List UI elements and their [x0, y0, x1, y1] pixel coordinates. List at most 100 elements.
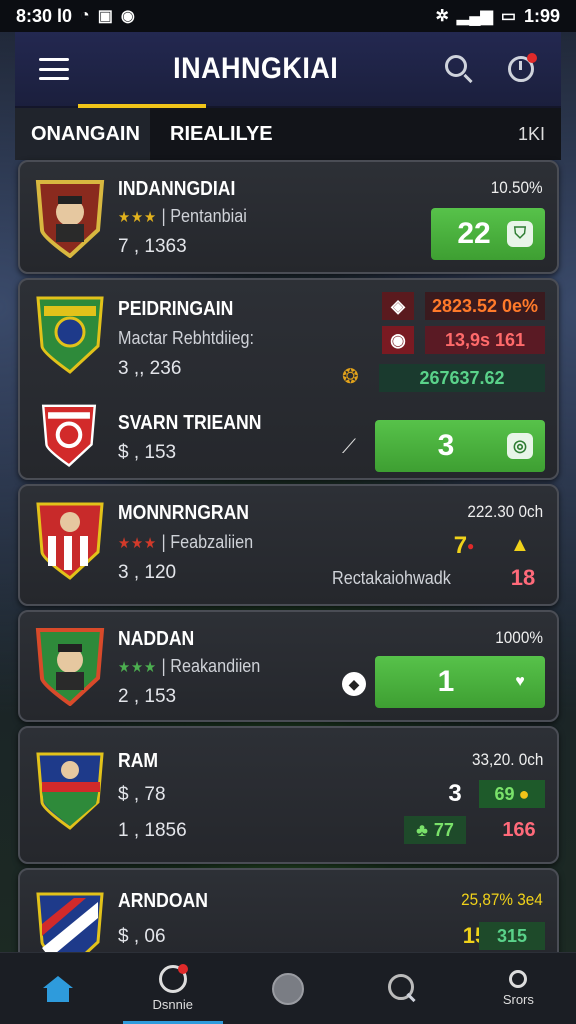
score-value: 7 ● — [453, 532, 475, 559]
hamburger-icon[interactable] — [39, 58, 69, 80]
warning-icon: ▲ — [510, 534, 530, 556]
whistle-icon[interactable]: ⟋ — [342, 436, 356, 459]
nav-ball[interactable] — [238, 953, 338, 1024]
team-value: $ , 153 — [118, 442, 177, 463]
odds-box[interactable]: 315 — [479, 922, 545, 950]
team-value: 7 , 1363 — [118, 236, 187, 257]
tab-bar: ONANGAIN RIEALILYE 1KI — [15, 108, 561, 160]
win-percentage: 222.30 0ch — [467, 502, 543, 521]
match-card[interactable]: MONNRNGRAN ★★★ | Feabzaliien 3 , 120 222… — [18, 484, 559, 606]
rating-stars: ★★★ — [118, 535, 158, 552]
odds-box[interactable]: ♣ 77 — [404, 816, 466, 844]
team-value: 1 , 1856 — [118, 820, 187, 841]
team-value: $ , 06 — [118, 926, 166, 947]
nav-profile[interactable]: Srors — [468, 953, 568, 1024]
bluetooth-icon: ✲ — [435, 8, 449, 25]
match-card[interactable]: RAM $ , 78 1 , 1856 33,20. 0ch 3 69 ● ♣ 77… — [18, 726, 559, 864]
odds-box[interactable]: 13,9s 161 — [425, 326, 545, 354]
team-value: 2 , 153 — [118, 686, 177, 707]
bet-value: 22 — [457, 217, 491, 250]
messenger-icon: ◉ — [120, 8, 135, 25]
status-bar: 8:30 l0 ◔ ▣ ◉ ✲ ▂▄▆ ▭ 1:99 — [0, 0, 576, 32]
nav-label: Srors — [502, 992, 534, 1007]
team-value: 3 ,, 236 — [118, 358, 182, 379]
odds-value: 13,9s 161 — [444, 329, 526, 350]
bottom-nav: Dsnnie Srors — [0, 952, 576, 1024]
status-time-left: 8:30 l0 — [16, 5, 73, 26]
tab-onangain[interactable]: ONANGAIN — [15, 108, 150, 160]
team-value: 3 , 120 — [118, 562, 177, 583]
nav-search[interactable] — [353, 953, 453, 1024]
team-league: Feabzaliien — [170, 532, 254, 552]
battery-icon: ▭ — [500, 8, 516, 25]
tab-count: 1KI — [517, 123, 545, 144]
match-card[interactable]: NADDAN ★★★ | Reakandiien 2 , 153 1000% ◆… — [18, 610, 559, 722]
team-name: INDANNGDIAI — [118, 178, 236, 200]
heart-icon: ♥ — [515, 673, 525, 690]
score-value: 3 — [448, 780, 462, 807]
bet-button[interactable]: 22 ⛉ — [431, 208, 545, 260]
match-note: Rectakaiohwadk — [332, 568, 451, 588]
team-subtitle: ★★★ | Pentanbiai — [118, 206, 247, 226]
team-subtitle: ★★★ | Reakandiien — [118, 656, 261, 676]
team-crest[interactable] — [34, 498, 106, 580]
team-badge-small: ◈ — [382, 292, 414, 320]
bet-value: 1 — [437, 665, 455, 698]
notification-dot — [527, 53, 537, 63]
nav-label: Dsnnie — [152, 997, 194, 1012]
home-icon — [42, 975, 73, 1002]
profile-icon — [509, 970, 528, 988]
team-name: PEIDRINGAIN — [118, 298, 234, 320]
team-name: RAM — [118, 750, 159, 772]
team-league: Reakandiien — [170, 656, 261, 676]
nav-live[interactable]: Dsnnie — [122, 953, 223, 1024]
win-percentage: 25,87% 3e4 — [461, 890, 543, 909]
rating-stars: ★★★ — [118, 209, 158, 226]
search-icon — [386, 972, 420, 1006]
team-crest[interactable] — [40, 398, 98, 470]
timer-icon[interactable] — [505, 53, 537, 85]
match-card[interactable]: INDANNGDIAI ★★★ | Pentanbiai 7 , 1363 10… — [18, 160, 559, 274]
bet-button[interactable]: 3 ◎ — [375, 420, 545, 472]
app-header: INAHNGKIAI — [15, 32, 561, 108]
team-badge-small: ◉ — [382, 326, 414, 354]
team-crest[interactable] — [34, 292, 106, 374]
win-percentage: 10.50% — [491, 178, 543, 197]
team-subtitle: ★★★ | Feabzaliien — [118, 532, 254, 552]
win-percentage: 33,20. 0ch — [471, 750, 543, 769]
team-name: NADDAN — [118, 628, 195, 650]
signal-icon: ▂▄▆ — [456, 8, 493, 25]
team-league: Pentanbiai — [170, 206, 247, 226]
bet-value: 3 — [437, 429, 455, 462]
nav-home[interactable] — [8, 953, 108, 1024]
ball-icon — [271, 972, 304, 1005]
win-percentage: 1000% — [495, 628, 543, 647]
odds-box[interactable]: 69 ● — [479, 780, 545, 808]
match-card[interactable]: PEIDRINGAIN Mactar Rebhtdiieg: 3 ,, 236 … — [18, 278, 559, 480]
search-icon[interactable] — [443, 53, 475, 85]
team-value: $ , 78 — [118, 784, 166, 805]
odds-value: 267637.62 — [419, 367, 505, 388]
team-name: SVARN TRIEANN — [118, 412, 262, 434]
bet-button[interactable]: 1 ♥ — [375, 656, 545, 708]
odds-box[interactable]: 267637.62 — [379, 364, 545, 392]
timer-icon — [158, 964, 188, 993]
team-crest[interactable] — [34, 748, 106, 830]
team-crest[interactable] — [34, 176, 106, 259]
team-name: ARNDOAN — [118, 890, 208, 912]
team-crest[interactable] — [34, 624, 106, 707]
odds-value: 166 — [502, 818, 536, 841]
team-subtitle: Mactar Rebhtdiieg: — [118, 328, 254, 348]
odds-value: 2823.52 0e% — [431, 295, 539, 316]
odds-box[interactable]: 2823.52 0e% — [425, 292, 545, 320]
gift-icon[interactable]: ❂ — [342, 364, 359, 389]
notification-icon: ▣ — [97, 8, 113, 25]
team-name: MONNRNGRAN — [118, 502, 250, 524]
tab-riealilye[interactable]: RIEALILYE — [150, 108, 289, 160]
note-value: 18 — [510, 565, 536, 590]
status-time-right: 1:99 — [523, 5, 560, 26]
ball-icon[interactable]: ◆ — [342, 672, 366, 696]
rating-stars: ★★★ — [118, 659, 158, 676]
coin-icon: ◎ — [507, 433, 533, 459]
shield-icon: ⛉ — [507, 221, 533, 247]
